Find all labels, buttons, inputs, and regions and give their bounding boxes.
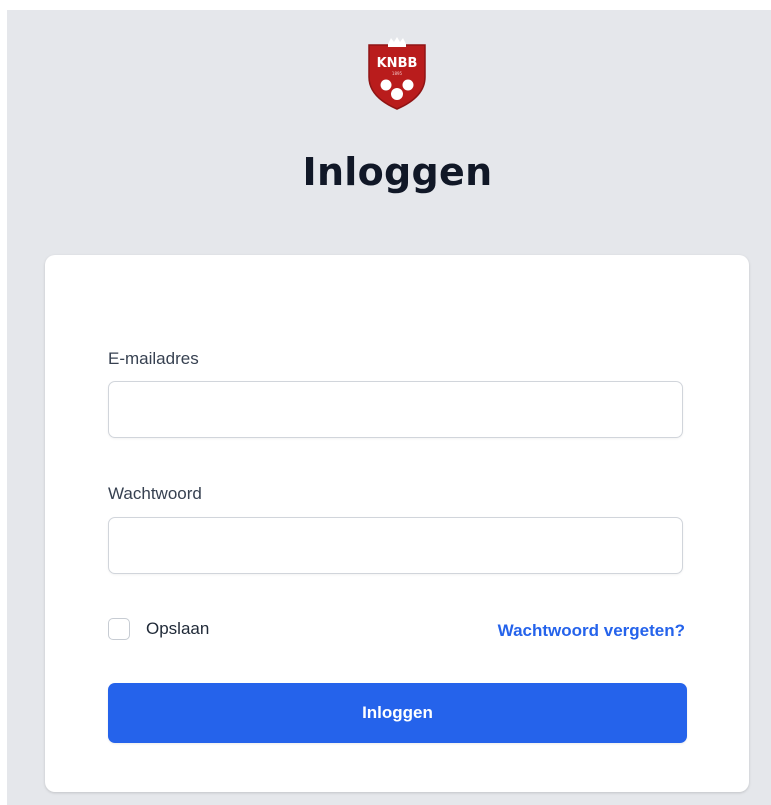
password-label: Wachtwoord — [108, 484, 202, 503]
remember-me[interactable]: Opslaan — [108, 618, 209, 640]
password-field[interactable] — [108, 517, 683, 574]
email-field[interactable] — [108, 381, 683, 438]
page-title: Inloggen — [302, 150, 493, 194]
remember-label: Opslaan — [146, 619, 210, 638]
svg-text:1895: 1895 — [392, 71, 403, 76]
login-button[interactable]: Inloggen — [108, 683, 687, 743]
svg-text:KNBB: KNBB — [377, 56, 418, 71]
email-label: E-mailadres — [108, 349, 199, 368]
forgot-password-link[interactable]: Wachtwoord vergeten? — [498, 621, 685, 641]
remember-checkbox[interactable] — [108, 618, 130, 640]
login-card: E-mailadres Wachtwoord Opslaan Wachtwoor… — [45, 255, 749, 792]
knbb-logo-icon: KNBB 1895 — [365, 37, 429, 111]
